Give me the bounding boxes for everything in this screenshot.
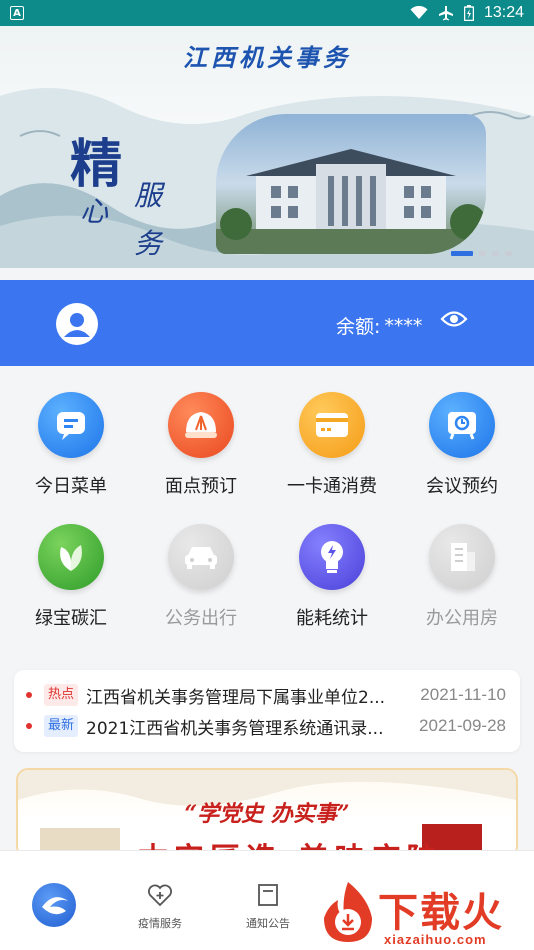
watermark: 下载火 xiazaihuo.com <box>316 876 534 950</box>
bun-icon <box>168 392 234 458</box>
bullet-dot <box>26 692 32 698</box>
bulb-icon <box>299 524 365 590</box>
news-ticker: 热点 江西省机关事务管理局下属事业单位2... 2021-11-10 最新 20… <box>14 670 520 752</box>
news-item[interactable]: 热点 江西省机关事务管理局下属事业单位2... 2021-11-10 <box>14 680 520 710</box>
avatar[interactable] <box>56 303 98 345</box>
banner-calligraphy-3: 务 <box>134 227 163 260</box>
notification-a-icon: A <box>10 6 24 20</box>
service-label: 能耗统计 <box>296 608 368 629</box>
clock: 13:24 <box>483 4 524 21</box>
fire-logo-icon <box>324 882 372 942</box>
nav-epidemic-service[interactable]: 疫情服务 <box>108 883 212 931</box>
balance-label: 余额: <box>336 316 381 338</box>
bullet-dot <box>26 723 32 729</box>
news-item[interactable]: 最新 2021江西省机关事务管理系统通讯录... 2021-09-28 <box>14 711 520 741</box>
airplane-icon <box>438 6 453 21</box>
carousel-indicator <box>451 251 512 256</box>
promo-banner[interactable]: “学党史 办实事” 本宫匠造 美味店陆 <box>16 768 518 858</box>
balance-value: **** <box>384 314 423 337</box>
building-icon <box>429 524 495 590</box>
service-today-menu[interactable]: 今日菜单 <box>6 392 136 498</box>
news-title: 江西省机关事务管理局下属事业单位2... <box>86 687 386 708</box>
meeting-icon <box>429 392 495 458</box>
notice-icon <box>258 884 278 906</box>
service-meeting-booking[interactable]: 会议预约 <box>397 392 527 498</box>
status-bar: A 13:24 <box>0 0 534 26</box>
card-icon <box>299 392 365 458</box>
new-tag: 最新 <box>44 715 79 737</box>
wifi-icon <box>410 6 428 19</box>
carousel-dot[interactable] <box>505 251 512 256</box>
service-label: 办公用房 <box>426 608 498 629</box>
watermark-url: xiazaihuo.com <box>384 932 487 947</box>
leaf-icon <box>38 524 104 590</box>
carousel-dot[interactable] <box>479 251 486 256</box>
menu-card-icon <box>38 392 104 458</box>
heart-plus-icon <box>148 884 172 907</box>
nav-label: 通知公告 <box>246 917 290 930</box>
carousel-dot[interactable] <box>492 251 499 256</box>
battery-icon <box>463 5 474 21</box>
user-icon <box>57 304 97 344</box>
service-energy-stats[interactable]: 能耗统计 <box>267 524 397 630</box>
banner-calligraphy-1: 心 <box>80 195 109 228</box>
service-pastry-order[interactable]: 面点预订 <box>136 392 266 498</box>
eye-icon[interactable] <box>440 308 468 330</box>
banner-title: 江西机关事务 <box>183 43 351 72</box>
hot-tag: 热点 <box>44 684 79 706</box>
service-official-travel[interactable]: 公务出行 <box>136 524 266 630</box>
news-title: 2021江西省机关事务管理系统通讯录... <box>86 718 384 739</box>
service-label: 一卡通消费 <box>287 476 377 497</box>
banner-calligraphy-2: 服 <box>134 179 163 212</box>
promo-title: “学党史 办实事” <box>184 801 350 827</box>
service-label: 今日菜单 <box>35 476 107 497</box>
watermark-text: 下载火 <box>378 890 504 936</box>
banner-carousel[interactable]: 江西机关事务 精 心 服 务 <box>0 26 534 268</box>
service-label: 公务出行 <box>165 608 237 629</box>
news-date: 2021-09-28 <box>419 716 506 735</box>
nav-label: 疫情服务 <box>138 917 182 930</box>
news-date: 2021-11-10 <box>420 685 506 704</box>
balance-display: 余额: **** <box>336 312 422 339</box>
service-label: 绿宝碳汇 <box>35 608 107 629</box>
service-card-payment[interactable]: 一卡通消费 <box>267 392 397 498</box>
carousel-dot[interactable] <box>451 251 473 256</box>
car-icon <box>168 524 234 590</box>
service-office-housing[interactable]: 办公用房 <box>397 524 527 630</box>
service-label: 会议预约 <box>426 476 498 497</box>
banner-calligraphy-big: 精 <box>70 134 123 195</box>
service-label: 面点预订 <box>165 476 237 497</box>
home-logo-icon[interactable] <box>32 883 76 927</box>
government-building-image <box>216 114 486 254</box>
nav-notice[interactable]: 通知公告 <box>216 883 320 931</box>
service-green-carbon[interactable]: 绿宝碳汇 <box>6 524 136 630</box>
